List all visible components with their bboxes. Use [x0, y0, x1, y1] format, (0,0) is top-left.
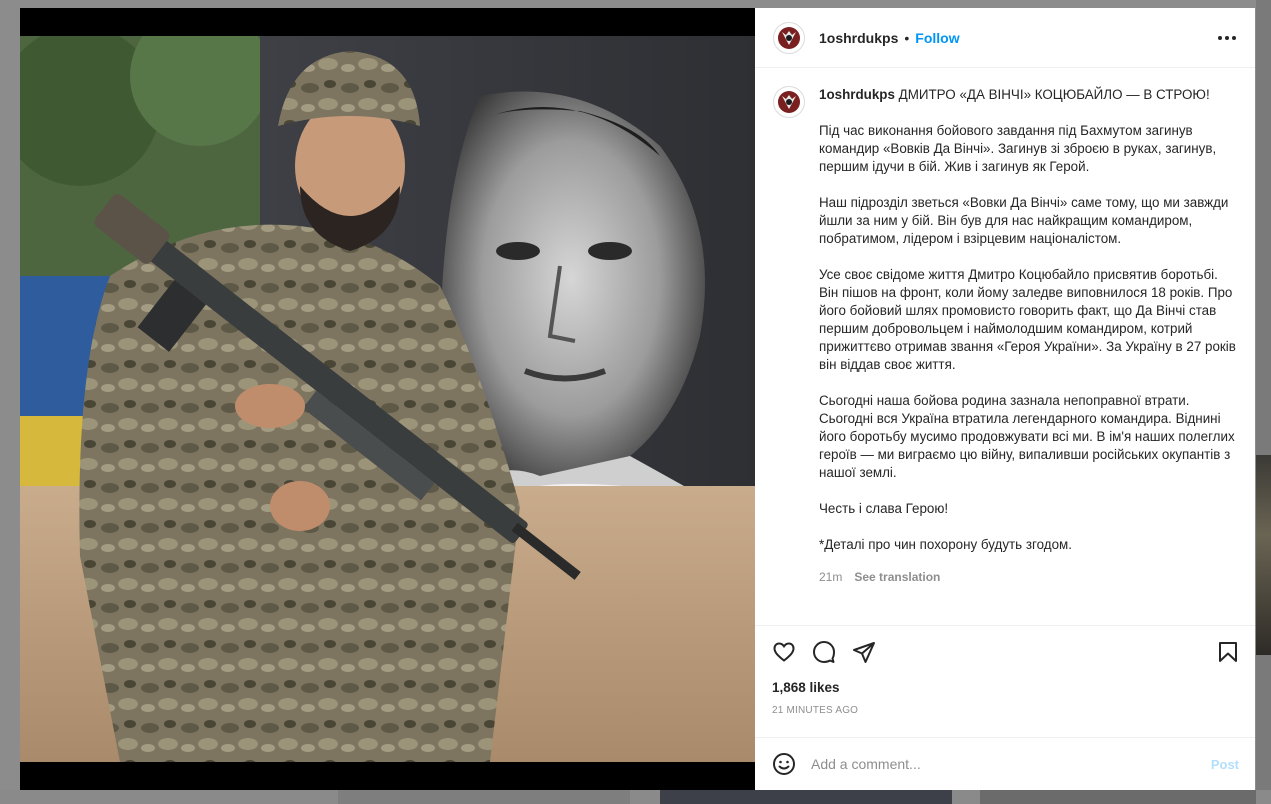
post-header: 1oshrdukps • Follow: [755, 8, 1255, 68]
caption-avatar[interactable]: [773, 86, 805, 118]
background-thumbnail: [660, 790, 952, 804]
background-post-image: [1256, 455, 1271, 655]
comment-bar: Post: [755, 737, 1255, 790]
caption-age: 21m: [819, 570, 843, 584]
likes-count[interactable]: 1,868 likes: [755, 678, 1255, 695]
caption-section: 1oshrdukps ДМИТРО «ДА ВІНЧІ» КОЦЮБАЙЛО —…: [755, 68, 1255, 626]
caption-paragraph: *Деталі про чин похорону будуть згодом.: [819, 537, 1072, 552]
post-photo: [20, 36, 755, 762]
post-actions: [755, 626, 1255, 678]
separator-dot: •: [904, 29, 910, 46]
caption-username[interactable]: 1oshrdukps: [819, 87, 895, 102]
unit-emblem-icon: [778, 91, 800, 113]
post-side-panel: 1oshrdukps • Follow 1oshrdukps ДМИТРО «Д…: [755, 8, 1255, 790]
follow-button[interactable]: Follow: [915, 30, 959, 46]
post-timestamp: 21 MINUTES AGO: [772, 705, 859, 716]
caption-paragraph: Честь і слава Герою!: [819, 501, 949, 516]
caption-paragraph: Наш підрозділ зветься «Вовки Да Вінчі» с…: [819, 195, 1229, 246]
avatar[interactable]: [773, 21, 805, 54]
post-comment-button[interactable]: Post: [1211, 757, 1239, 772]
unit-emblem-icon: [778, 26, 800, 49]
caption-paragraph: Сьогодні наша бойова родина зазнала непо…: [819, 393, 1235, 480]
smiley-icon[interactable]: [771, 751, 797, 777]
caption-paragraph: Під час виконання бойового завдання під …: [819, 123, 1217, 174]
more-options-icon[interactable]: [1215, 26, 1239, 50]
caption-text: 1oshrdukps ДМИТРО «ДА ВІНЧІ» КОЦЮБАЙЛО —…: [819, 86, 1239, 625]
background-page-edge: [1256, 0, 1271, 804]
caption-title: ДМИТРО «ДА ВІНЧІ» КОЦЮБАЙЛО — В СТРОЮ!: [898, 87, 1210, 102]
caption-meta: 21m See translation: [819, 568, 1239, 586]
post-photo-illustration: [20, 36, 755, 762]
background-thumbnail: [338, 790, 630, 804]
caption-title-line: 1oshrdukps ДМИТРО «ДА ВІНЧІ» КОЦЮБАЙЛО —…: [819, 86, 1239, 104]
comment-input[interactable]: [811, 756, 1211, 772]
heart-icon[interactable]: [771, 639, 797, 665]
caption-paragraph: Усе своє свідоме життя Дмитро Коцюбайло …: [819, 267, 1236, 372]
comment-icon[interactable]: [811, 639, 837, 665]
background-thumbnail: [980, 790, 1256, 804]
post-modal: 1oshrdukps • Follow 1oshrdukps ДМИТРО «Д…: [20, 8, 1255, 790]
see-translation-link[interactable]: See translation: [854, 568, 940, 586]
paper-plane-icon[interactable]: [851, 639, 877, 665]
bookmark-icon[interactable]: [1215, 639, 1241, 665]
username[interactable]: 1oshrdukps: [819, 30, 898, 46]
